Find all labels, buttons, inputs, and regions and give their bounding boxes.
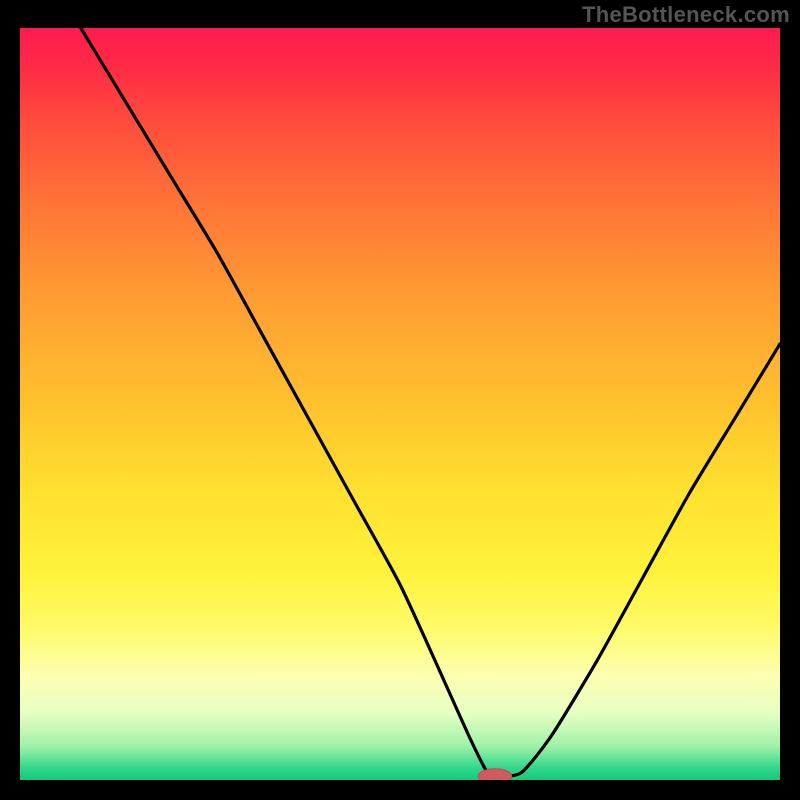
gradient-background [20, 28, 780, 780]
optimal-marker [478, 769, 511, 780]
bottleneck-chart [20, 28, 780, 780]
watermark-text: TheBottleneck.com [582, 2, 790, 28]
chart-frame: TheBottleneck.com [0, 0, 800, 800]
plot-area [20, 28, 780, 780]
